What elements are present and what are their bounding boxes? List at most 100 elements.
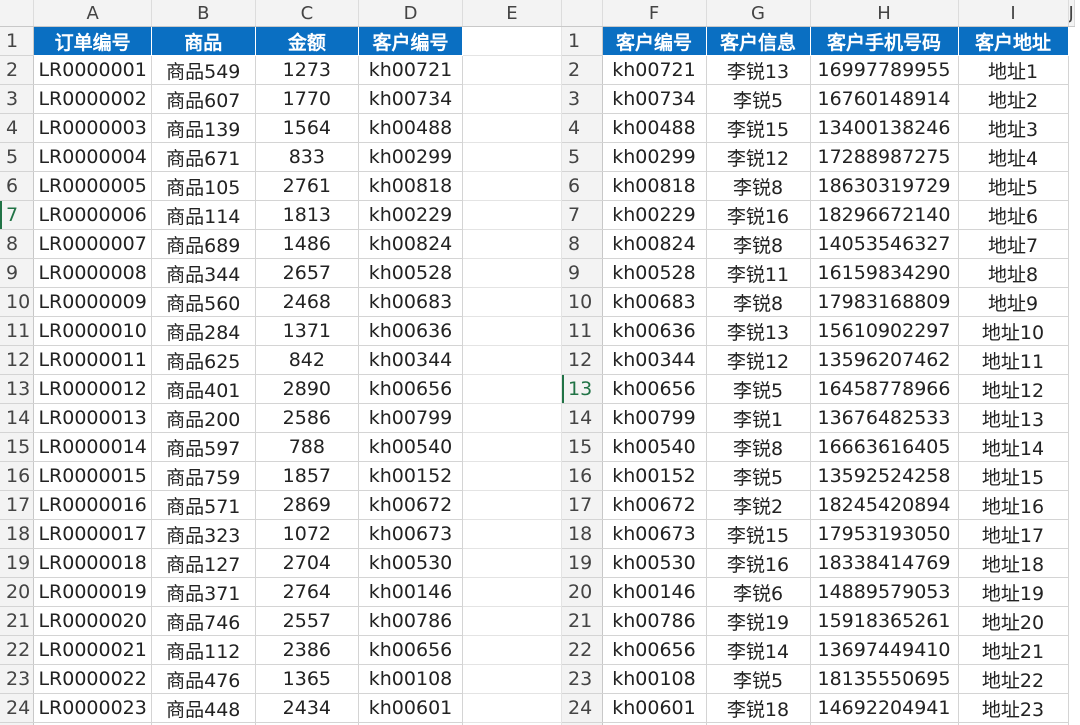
cell[interactable]: 商品401: [151, 374, 256, 404]
column-header-j[interactable]: J: [1068, 0, 1075, 27]
cell[interactable]: kh00799: [602, 403, 707, 433]
cell[interactable]: 商品112: [151, 635, 256, 665]
cell[interactable]: LR0000016: [33, 490, 152, 520]
cell[interactable]: 1564: [255, 113, 360, 143]
cell[interactable]: 商品746: [151, 606, 256, 636]
cell[interactable]: LR0000013: [33, 403, 152, 433]
cell[interactable]: kh00824: [602, 229, 707, 259]
cell[interactable]: 李锐8: [706, 229, 811, 259]
cell[interactable]: 李锐6: [706, 577, 811, 607]
cell[interactable]: [462, 84, 562, 114]
cell[interactable]: 14692204941: [810, 693, 959, 723]
row-header[interactable]: 18: [0, 519, 35, 549]
cell[interactable]: 商品625: [151, 345, 256, 375]
row-header[interactable]: 24: [0, 693, 35, 723]
cell[interactable]: kh00601: [358, 693, 463, 723]
cell[interactable]: 18135550695: [810, 664, 959, 694]
cell[interactable]: [462, 548, 562, 578]
cell[interactable]: 15610902297: [810, 316, 959, 346]
row-header[interactable]: 14: [0, 403, 35, 433]
row-header[interactable]: 2: [562, 55, 603, 85]
cell[interactable]: kh00299: [602, 142, 707, 172]
header-cell[interactable]: 客户地址: [958, 26, 1069, 56]
cell[interactable]: 2468: [255, 287, 360, 317]
cell[interactable]: 18338414769: [810, 548, 959, 578]
cell[interactable]: 地址17: [958, 519, 1069, 549]
row-header[interactable]: 17: [0, 490, 35, 520]
cell[interactable]: 地址15: [958, 461, 1069, 491]
cell[interactable]: 商品105: [151, 171, 256, 201]
cell[interactable]: kh00229: [358, 200, 463, 230]
cell[interactable]: 2704: [255, 548, 360, 578]
cell[interactable]: 地址20: [958, 606, 1069, 636]
cell[interactable]: kh00656: [358, 374, 463, 404]
cell[interactable]: kh00108: [602, 664, 707, 694]
cell[interactable]: 1857: [255, 461, 360, 491]
cell[interactable]: 13676482533: [810, 403, 959, 433]
cell[interactable]: 商品371: [151, 577, 256, 607]
row-header[interactable]: 16: [562, 461, 603, 491]
cell[interactable]: [462, 142, 562, 172]
row-header[interactable]: 18: [562, 519, 603, 549]
row-header[interactable]: 4: [0, 113, 35, 143]
cell[interactable]: 2586: [255, 403, 360, 433]
row-header[interactable]: 21: [562, 606, 603, 636]
row-header[interactable]: 1: [562, 26, 603, 56]
cell[interactable]: 2386: [255, 635, 360, 665]
cell[interactable]: 788: [255, 432, 360, 462]
cell[interactable]: LR0000021: [33, 635, 152, 665]
cell[interactable]: kh00152: [602, 461, 707, 491]
row-header[interactable]: 10: [0, 287, 35, 317]
cell[interactable]: 13697449410: [810, 635, 959, 665]
cell[interactable]: 李锐8: [706, 432, 811, 462]
cell[interactable]: 李锐1: [706, 403, 811, 433]
cell[interactable]: [462, 258, 562, 288]
cell[interactable]: [462, 664, 562, 694]
cell[interactable]: 地址4: [958, 142, 1069, 172]
cell[interactable]: LR0000018: [33, 548, 152, 578]
cell[interactable]: 商品139: [151, 113, 256, 143]
cell[interactable]: kh00488: [358, 113, 463, 143]
cell[interactable]: [462, 287, 562, 317]
cell[interactable]: 李锐2: [706, 490, 811, 520]
column-header-b[interactable]: B: [151, 0, 256, 27]
cell[interactable]: [462, 374, 562, 404]
cell[interactable]: 14053546327: [810, 229, 959, 259]
cell[interactable]: 2761: [255, 171, 360, 201]
row-header[interactable]: 3: [0, 84, 35, 114]
cell[interactable]: kh00344: [358, 345, 463, 375]
cell[interactable]: LR0000023: [33, 693, 152, 723]
row-header[interactable]: 20: [0, 577, 35, 607]
cell[interactable]: 地址21: [958, 635, 1069, 665]
cell[interactable]: 16997789955: [810, 55, 959, 85]
cell[interactable]: 商品476: [151, 664, 256, 694]
cell[interactable]: kh00636: [358, 316, 463, 346]
cell[interactable]: kh00799: [358, 403, 463, 433]
cell[interactable]: 地址23: [958, 693, 1069, 723]
row-header[interactable]: 4: [562, 113, 603, 143]
row-header[interactable]: 13: [0, 374, 35, 404]
cell[interactable]: 16663616405: [810, 432, 959, 462]
row-header[interactable]: 12: [0, 345, 35, 375]
cell[interactable]: 商品200: [151, 403, 256, 433]
column-header-f[interactable]: F: [602, 0, 707, 27]
cell[interactable]: 1072: [255, 519, 360, 549]
cell[interactable]: 2434: [255, 693, 360, 723]
cell[interactable]: 李锐18: [706, 693, 811, 723]
cell[interactable]: 李锐19: [706, 606, 811, 636]
cell[interactable]: kh00656: [602, 374, 707, 404]
row-header[interactable]: 6: [0, 171, 35, 201]
cell[interactable]: 地址11: [958, 345, 1069, 375]
cell[interactable]: 商品284: [151, 316, 256, 346]
cell[interactable]: kh00299: [358, 142, 463, 172]
row-header[interactable]: 13: [562, 374, 603, 404]
cell[interactable]: kh00824: [358, 229, 463, 259]
cell[interactable]: 商品549: [151, 55, 256, 85]
cell[interactable]: 商品448: [151, 693, 256, 723]
cell[interactable]: 李锐16: [706, 200, 811, 230]
cell[interactable]: 2869: [255, 490, 360, 520]
cell[interactable]: 李锐15: [706, 519, 811, 549]
column-header-e[interactable]: E: [462, 0, 562, 27]
cell[interactable]: LR0000015: [33, 461, 152, 491]
row-header[interactable]: 17: [562, 490, 603, 520]
